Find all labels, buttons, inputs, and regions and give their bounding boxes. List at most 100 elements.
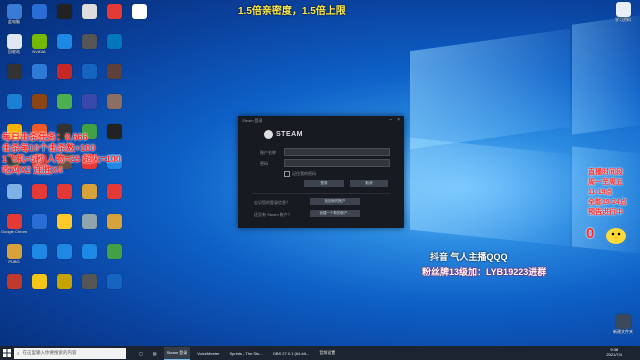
desktop-icon[interactable] xyxy=(52,4,76,26)
wallpaper-beam xyxy=(410,137,570,247)
clock[interactable]: 9:38 2021/7/4 xyxy=(606,347,622,357)
desktop-icon[interactable] xyxy=(102,34,126,56)
search-placeholder: 在这里输入你要搜索的内容 xyxy=(22,350,77,355)
app-icon xyxy=(106,34,122,49)
desktop-icon-label: Google Chrome xyxy=(1,229,27,234)
taskbar-app-audio[interactable]: 音频设置 xyxy=(316,347,338,359)
desktop-icon[interactable]: 此电脑 xyxy=(2,4,26,26)
app-icon xyxy=(106,94,122,109)
app-icon xyxy=(31,274,47,289)
app-icon xyxy=(106,124,122,139)
window-title: Steam 登录 xyxy=(242,118,263,123)
desktop-icon[interactable] xyxy=(27,94,51,116)
taskbar-app-obs[interactable]: OBS 27.0.1 (64-bit... xyxy=(270,347,312,359)
close-icon[interactable]: × xyxy=(397,117,400,123)
desktop-icon[interactable] xyxy=(2,184,26,206)
app-icon xyxy=(56,34,72,49)
desktop-icon[interactable] xyxy=(27,244,51,266)
remember-checkbox[interactable] xyxy=(284,171,290,177)
desktop-icon[interactable] xyxy=(27,184,51,206)
desktop-icon[interactable]: PUBG xyxy=(2,244,26,266)
desktop-icon[interactable] xyxy=(102,94,126,116)
douyin-line: 抖音 气人主播QQQ xyxy=(430,252,508,262)
no-account-label: 还没有 Steam 帐户？ xyxy=(254,212,292,217)
app-icon xyxy=(6,34,22,49)
desktop-icon[interactable] xyxy=(102,124,126,146)
app-icon xyxy=(6,244,22,259)
desktop-icon[interactable] xyxy=(2,64,26,86)
file-icon xyxy=(615,2,631,17)
start-button[interactable] xyxy=(0,346,14,360)
create-account-button[interactable]: 创建一个新的帐户... xyxy=(310,210,360,217)
desktop-icon[interactable] xyxy=(52,64,76,86)
clock-date: 2021/7/4 xyxy=(606,352,622,357)
desktop-icon[interactable] xyxy=(77,4,101,26)
cancel-button[interactable]: 取消 xyxy=(350,180,388,187)
taskbar-app-voicemeeter[interactable]: VoiceMeeter xyxy=(194,347,222,359)
desktop-icon[interactable] xyxy=(27,64,51,86)
desktop-icon[interactable] xyxy=(27,274,51,296)
schedule-line-3: 11-19点 xyxy=(588,189,613,196)
forgot-button[interactable]: 找回我的账户 xyxy=(310,198,360,205)
desktop-icon[interactable] xyxy=(102,184,126,206)
minimize-icon[interactable]: – xyxy=(389,117,392,123)
desktop-icon[interactable] xyxy=(77,244,101,266)
explorer-icon[interactable]: ▤ xyxy=(150,347,160,359)
desktop-icon[interactable] xyxy=(52,214,76,236)
fans-line: 粉丝牌13级加：LYB19223进群 xyxy=(422,267,547,277)
chicken-line: 吃鸡X2 连胜X4 xyxy=(2,165,63,175)
search-icon: ⌕ xyxy=(17,350,20,356)
forgot-label: 忘记您的登录信息？ xyxy=(254,200,290,205)
taskbar: ⌕ 在这里输入你要搜索的内容 ▢ ▤ Steam 登录 VoiceMeeter … xyxy=(0,346,640,360)
desktop-icon-folder[interactable]: 新建文件夹 xyxy=(608,314,638,336)
password-input[interactable] xyxy=(284,159,390,167)
desktop-icon[interactable] xyxy=(77,64,101,86)
desktop-icon[interactable] xyxy=(52,274,76,296)
desktop-icon[interactable] xyxy=(52,244,76,266)
app-icon xyxy=(56,4,72,19)
app-icon xyxy=(106,4,122,19)
schedule-line-4: 全能19-24点 xyxy=(588,199,627,206)
chick-sticker xyxy=(604,224,628,244)
desktop-icon[interactable] xyxy=(127,4,151,26)
desktop-icon[interactable] xyxy=(102,4,126,26)
taskbar-app-steam[interactable]: Steam 登录 xyxy=(163,346,191,360)
desktop-icon[interactable] xyxy=(52,184,76,206)
desktop-icon[interactable]: 回收站 xyxy=(2,34,26,56)
desktop-icon[interactable] xyxy=(52,94,76,116)
desktop-icon[interactable] xyxy=(77,94,101,116)
app-icon xyxy=(56,274,72,289)
taskbar-app-browser[interactable]: Sprints - The Stu... xyxy=(226,347,265,359)
desktop-icon[interactable]: Google Chrome xyxy=(1,214,27,236)
gift-rate-line: 1飞机=5秒 人物=25 超火=100 xyxy=(2,154,121,164)
app-icon xyxy=(106,244,122,259)
desktop-icon[interactable] xyxy=(77,214,101,236)
desktop-icon[interactable] xyxy=(102,214,126,236)
desktop-icon[interactable] xyxy=(102,244,126,266)
desktop-icon[interactable]: NVIDIA xyxy=(27,34,51,56)
taskbar-search[interactable]: ⌕ 在这里输入你要搜索的内容 xyxy=(14,347,126,359)
app-icon xyxy=(106,274,122,289)
desktop-icon[interactable] xyxy=(52,34,76,56)
taskview-icon[interactable]: ▢ xyxy=(136,347,146,359)
app-icon xyxy=(106,184,122,199)
kill-bonus-line: 击杀每10个击杀数+100 xyxy=(2,143,96,153)
app-icon xyxy=(6,274,22,289)
desktop-icon[interactable] xyxy=(77,184,101,206)
desktop-icon[interactable] xyxy=(77,34,101,56)
desktop-icon[interactable] xyxy=(102,274,126,296)
desktop-icon[interactable] xyxy=(27,214,51,236)
login-button[interactable]: 登录 xyxy=(304,180,344,187)
app-icon xyxy=(6,184,22,199)
desktop-icon[interactable] xyxy=(77,274,101,296)
account-input[interactable] xyxy=(284,148,390,156)
desktop-icon-study[interactable]: 学习资料 xyxy=(608,2,638,24)
app-icon xyxy=(81,94,97,109)
desktop-icon[interactable] xyxy=(102,64,126,86)
desktop-icon[interactable] xyxy=(27,4,51,26)
app-icon xyxy=(31,34,47,49)
desktop-icon[interactable] xyxy=(2,94,26,116)
app-icon xyxy=(31,4,47,19)
desktop-icon[interactable] xyxy=(2,274,26,296)
app-icon xyxy=(56,214,72,229)
